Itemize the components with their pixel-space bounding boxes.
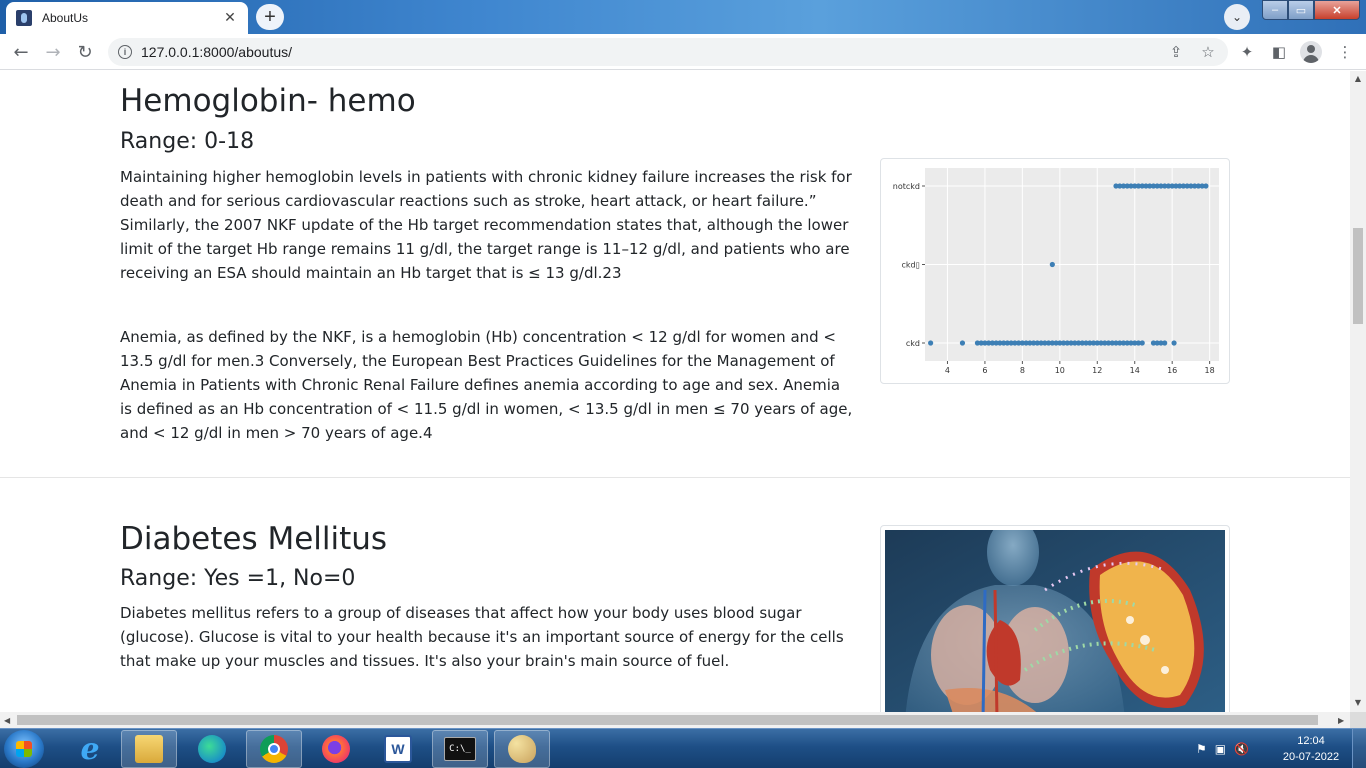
extensions-puzzle-icon[interactable]: ✦ <box>1234 39 1260 65</box>
system-tray: ⚑ ▣ 🔇 <box>1196 737 1249 761</box>
internet-explorer-icon: e <box>80 731 100 767</box>
browser-menu-kebab-icon[interactable]: ⋮ <box>1332 39 1358 65</box>
new-tab-button[interactable]: + <box>256 4 284 30</box>
x-tick-label: 12 <box>1092 366 1102 375</box>
horizontal-scroll-thumb[interactable] <box>17 715 1318 725</box>
site-info-icon[interactable]: i <box>118 45 132 59</box>
x-tick-label: 8 <box>1020 366 1025 375</box>
profile-avatar-icon[interactable] <box>1300 41 1322 63</box>
x-tick-label: 16 <box>1167 366 1177 375</box>
tab-search-chevron-icon[interactable]: ⌄ <box>1224 4 1250 30</box>
close-tab-icon[interactable]: ✕ <box>222 10 238 26</box>
clock-date: 20-07-2022 <box>1282 751 1340 763</box>
share-icon[interactable]: ⇪ <box>1164 38 1188 66</box>
windows-taskbar: e W C:\_ ⚑ ▣ 🔇 12:04 20-07-2022 <box>0 728 1366 768</box>
taskbar-internet-explorer[interactable]: e <box>62 730 118 768</box>
bookmark-star-icon[interactable]: ☆ <box>1196 38 1220 66</box>
vertical-scroll-thumb[interactable] <box>1353 228 1363 324</box>
diabetes-heading: Diabetes Mellitus <box>120 521 388 557</box>
section-divider <box>0 477 1350 478</box>
taskbar-firefox[interactable] <box>308 730 364 768</box>
windows-logo-icon <box>16 741 32 757</box>
diabetes-image-card <box>880 518 1230 712</box>
x-tick-label: 6 <box>982 366 987 375</box>
taskbar-paint[interactable] <box>494 730 550 768</box>
network-icon[interactable]: ▣ <box>1215 742 1226 756</box>
scrollbar-corner <box>1350 712 1366 728</box>
window-maximize-button[interactable]: ▭ <box>1288 0 1314 20</box>
hemoglobin-range: Range: 0-18 <box>120 129 255 154</box>
taskbar-word[interactable]: W <box>370 730 426 768</box>
taskbar-file-explorer[interactable] <box>121 730 177 768</box>
scatter-point <box>1162 340 1168 346</box>
volume-muted-icon[interactable]: 🔇 <box>1234 742 1249 756</box>
back-arrow-icon[interactable]: ← <box>8 39 34 65</box>
anatomy-pancreas-illustration <box>885 518 1225 712</box>
scatter-point <box>959 340 966 346</box>
browser-tab-aboutus[interactable]: AboutUs ✕ <box>6 2 248 34</box>
taskbar-chrome[interactable] <box>246 730 302 768</box>
browser-toolbar: ← → ↻ i 127.0.0.1:8000/aboutus/ ⇪ ☆ ✦ ◧ … <box>0 34 1366 70</box>
tab-strip: AboutUs ✕ + ⌄ – ▭ ✕ <box>0 0 1366 34</box>
reload-icon[interactable]: ↻ <box>72 39 98 65</box>
scatter-point <box>1171 340 1177 346</box>
x-tick-label: 10 <box>1055 366 1065 375</box>
diabetes-paragraph-1: Diabetes mellitus refers to a group of d… <box>120 604 844 670</box>
window-close-button[interactable]: ✕ <box>1314 0 1360 20</box>
window-minimize-button[interactable]: – <box>1262 0 1288 20</box>
address-bar[interactable]: i 127.0.0.1:8000/aboutus/ ⇪ ☆ <box>108 38 1228 66</box>
hemoglobin-scatter-chart: 4 6 8 10 12 14 16 18 ckd ckd▯ notckd <box>893 168 1219 375</box>
firefox-icon <box>322 735 350 763</box>
system-clock[interactable]: 12:04 20-07-2022 <box>1276 733 1346 765</box>
forward-arrow-icon[interactable]: → <box>40 39 66 65</box>
hemoglobin-chart-card: 4 6 8 10 12 14 16 18 ckd ckd▯ notckd <box>880 158 1230 384</box>
url-text[interactable]: 127.0.0.1:8000/aboutus/ <box>141 44 292 60</box>
clock-time: 12:04 <box>1297 735 1325 747</box>
y-tick-label: ckd <box>906 339 920 348</box>
hemoglobin-heading: Hemoglobin- hemo <box>120 83 416 119</box>
scroll-down-arrow-icon[interactable]: ▼ <box>1354 699 1362 707</box>
chrome-icon <box>260 735 288 763</box>
x-tick-label: 14 <box>1130 366 1140 375</box>
start-button[interactable] <box>4 730 44 768</box>
scroll-left-arrow-icon[interactable]: ◀ <box>4 716 10 725</box>
scatter-point <box>1139 340 1145 346</box>
taskbar-command-prompt[interactable]: C:\_ <box>432 730 488 768</box>
horizontal-scrollbar[interactable]: ◀ ▶ <box>0 712 1350 728</box>
y-tick-label: notckd <box>893 182 920 191</box>
diabetes-range: Range: Yes =1, No=0 <box>120 566 356 591</box>
x-tick-label: 18 <box>1205 366 1215 375</box>
edge-icon <box>198 735 226 763</box>
page-viewport: Hemoglobin- hemo Range: 0-18 Maintaining… <box>0 71 1350 712</box>
side-panel-icon[interactable]: ◧ <box>1266 39 1292 65</box>
site-favicon-icon <box>16 10 32 26</box>
command-prompt-icon: C:\_ <box>444 737 476 761</box>
scroll-up-arrow-icon[interactable]: ▲ <box>1354 75 1362 83</box>
y-tick-label: ckd▯ <box>901 261 920 270</box>
x-tick-label: 4 <box>945 366 950 375</box>
scatter-point <box>1049 261 1055 268</box>
show-desktop-button[interactable] <box>1352 729 1366 768</box>
hemoglobin-paragraph-2: Anemia, as defined by the NKF, is a hemo… <box>120 328 853 442</box>
paint-palette-icon <box>508 735 536 763</box>
vertical-scrollbar[interactable]: ▲ ▼ <box>1350 71 1366 712</box>
tab-title: AboutUs <box>42 11 89 25</box>
folder-icon <box>135 735 163 763</box>
scroll-right-arrow-icon[interactable]: ▶ <box>1338 716 1344 725</box>
scatter-point <box>928 340 934 346</box>
word-icon: W <box>384 735 412 763</box>
hemoglobin-paragraph-1: Maintaining higher hemoglobin levels in … <box>120 168 852 282</box>
taskbar-edge[interactable] <box>184 730 240 768</box>
scatter-point <box>1203 183 1209 189</box>
action-center-flag-icon[interactable]: ⚑ <box>1196 742 1207 756</box>
